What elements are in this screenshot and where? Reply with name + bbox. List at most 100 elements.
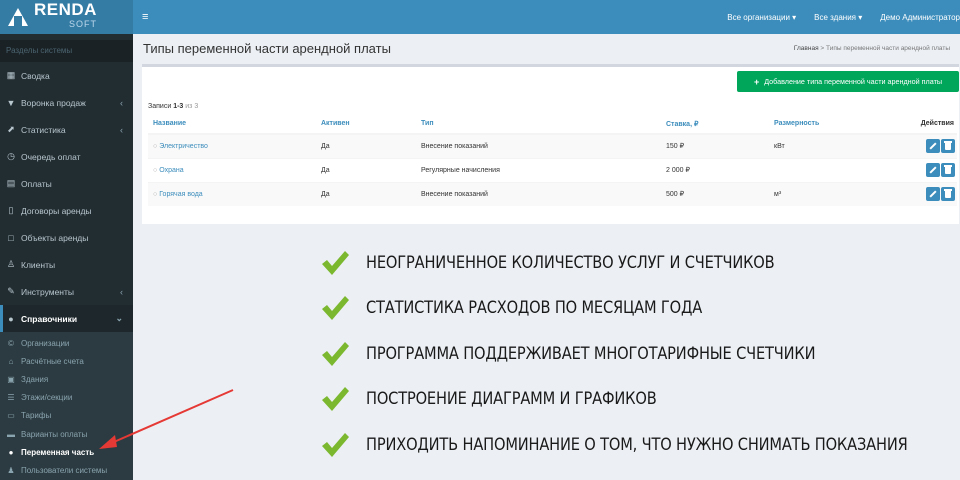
column-name[interactable]: Название [148, 114, 316, 135]
sidebar-item-references[interactable]: ● Справочники ⌄ [0, 305, 133, 332]
calculator-icon: ▤ [6, 178, 16, 188]
records-label: Записи [148, 103, 172, 110]
sidebar-item-label: Договоры аренды [21, 205, 92, 216]
sidebar-item[interactable]: ▼ Воронка продаж ‹ [0, 89, 133, 116]
sidebar-item[interactable]: ✎ Инструменты ‹ [0, 278, 133, 305]
feature-item: НЕОГРАНИЧЕННОЕ КОЛИЧЕСТВО УСЛУГ И СЧЕТЧИ… [320, 240, 960, 286]
checkmark-icon [320, 341, 350, 367]
sidebar-subitem-label: Тарифы [21, 411, 52, 421]
column-type[interactable]: Тип [416, 114, 661, 135]
cell-name-link[interactable]: Горячая вода [159, 191, 202, 198]
sidebar-item[interactable]: ▦ Сводка [0, 62, 133, 89]
chevron-left-icon: ‹ [120, 286, 123, 297]
calendar-icon: ▦ [6, 70, 16, 80]
sidebar-subitem[interactable]: ⌂ Расчётные счета [0, 352, 133, 370]
cell-name[interactable]: ○ Охрана [148, 157, 316, 182]
column-active[interactable]: Активен [316, 114, 416, 135]
money-icon: ▭ [7, 411, 15, 421]
feature-text: НЕОГРАНИЧЕННОЕ КОЛИЧЕСТВО УСЛУГ И СЧЕТЧИ… [366, 252, 775, 273]
row-dot-icon: ○ [153, 166, 158, 174]
user-menu[interactable]: Демо Администратор [880, 13, 960, 22]
cell-actions [879, 133, 957, 158]
page-title: Типы переменной части арендной платы [143, 41, 391, 56]
clock-icon: ◷ [7, 151, 15, 161]
breadcrumb-home[interactable]: Главная [794, 45, 819, 52]
sidebar-item[interactable]: ▯ Договоры аренды [0, 197, 133, 224]
cell-name[interactable]: ○ Горячая вода [148, 181, 316, 206]
organization-select[interactable]: Все организации ▾ [727, 13, 796, 22]
wrench-icon: ✎ [7, 286, 15, 296]
user-icon: ♙ [6, 259, 16, 269]
chevron-down-icon: ⌄ [115, 313, 123, 323]
feature-item: ПРОГРАММА ПОДДЕРЖИВАЕТ МНОГОТАРИФНЫЕ СЧЕ… [320, 331, 960, 377]
marker-icon: ● [8, 447, 14, 457]
breadcrumb: Главная > Типы переменной части арендной… [794, 45, 950, 52]
feature-item: ПРИХОДИТЬ НАПОМИНАНИЕ О ТОМ, ЧТО НУЖНО С… [320, 422, 960, 468]
card-icon: ▬ [7, 429, 15, 439]
sidebar-subitem-label: Здания [21, 374, 49, 384]
cell-active: Да [316, 157, 416, 182]
feature-item: СТАТИСТИКА РАСХОДОВ ПО МЕСЯЦАМ ГОДА [320, 286, 960, 332]
cell-type: Регулярные начисления [416, 157, 661, 182]
document-icon: ▯ [8, 205, 14, 215]
cell-name[interactable]: ○ Электричество [148, 133, 316, 158]
logo[interactable]: RENDA SOFT [0, 0, 133, 34]
column-unit[interactable]: Размерность [769, 114, 879, 135]
sidebar-item[interactable]: ♙ Клиенты [0, 251, 133, 278]
trash-icon[interactable] [941, 163, 955, 177]
sidebar-subitem[interactable]: © Организации [0, 334, 133, 352]
records-total: из 3 [185, 103, 199, 110]
cell-actions [879, 181, 957, 206]
sidebar-subitem-label: Расчётные счета [21, 356, 84, 366]
sidebar-item-label: Очередь оплат [21, 151, 81, 162]
sidebar-subitem-label: Варианты оплаты [21, 429, 88, 439]
edit-icon[interactable] [926, 187, 940, 202]
cell-unit: м³ [769, 181, 879, 206]
sidebar-subitem[interactable]: ♟ Пользователи системы [0, 461, 133, 479]
column-rate[interactable]: Ставка, ₽ [661, 114, 769, 135]
table-row: ○ Охрана Да Регулярные начисления 2 000 ₽ [148, 157, 957, 182]
cell-name-link[interactable]: Электричество [159, 143, 208, 150]
edit-icon[interactable] [926, 139, 940, 154]
info-icon: ● [8, 313, 14, 324]
sidebar-header: Разделы системы [0, 40, 133, 62]
feature-text: ПРИХОДИТЬ НАПОМИНАНИЕ О ТОМ, ЧТО НУЖНО С… [366, 434, 908, 455]
building-select[interactable]: Все здания ▾ [814, 13, 862, 22]
records-range: 1-3 [173, 103, 184, 110]
feature-text: СТАТИСТИКА РАСХОДОВ ПО МЕСЯЦАМ ГОДА [366, 298, 703, 319]
table-row: ○ Горячая вода Да Внесение показаний 500 ₽ м³ [148, 181, 957, 206]
cell-unit: кВт [769, 133, 879, 158]
checkmark-icon [320, 432, 350, 458]
add-variable-type-button[interactable]: + Добавление типа переменной части аренд… [737, 71, 959, 92]
row-dot-icon: ○ [153, 142, 158, 150]
cell-actions [879, 157, 957, 182]
chart-icon: ⬈ [7, 124, 15, 134]
sidebar-item-label: Объекты аренды [21, 232, 89, 243]
feature-text: ПОСТРОЕНИЕ ДИАГРАММ И ГРАФИКОВ [366, 389, 657, 410]
chevron-left-icon: ‹ [120, 124, 123, 135]
square-icon: □ [8, 232, 14, 243]
sidebar-subitem-label: Пользователи системы [21, 465, 108, 475]
sidebar-subitem-label: Этажи/секции [21, 393, 73, 403]
sidebar-item-label: Инструменты [21, 286, 75, 297]
sidebar-subitem-label: Переменная часть [21, 447, 95, 457]
menu-toggle-icon[interactable]: ≡ [142, 11, 148, 23]
sidebar-item[interactable]: ◷ Очередь оплат [0, 143, 133, 170]
sidebar-item[interactable]: ▤ Оплаты [0, 170, 133, 197]
sidebar-item[interactable]: □ Объекты аренды [0, 224, 133, 251]
trash-icon[interactable] [941, 139, 955, 154]
building-icon: ▣ [7, 374, 15, 384]
sidebar-item-label: Сводка [21, 70, 50, 81]
records-counter: Записи 1-3 из 3 [148, 103, 198, 110]
edit-icon[interactable] [926, 163, 940, 177]
checkmark-icon [320, 250, 350, 276]
sidebar-item-label: Статистика [21, 124, 66, 135]
sidebar-item-label: Оплаты [21, 178, 52, 189]
sidebar-item[interactable]: ⬈ Статистика ‹ [0, 116, 133, 143]
red-arrow [99, 389, 234, 449]
cell-active: Да [316, 181, 416, 206]
checkmark-icon [320, 295, 350, 321]
cell-type: Внесение показаний [416, 181, 661, 206]
cell-name-link[interactable]: Охрана [159, 167, 183, 174]
trash-icon[interactable] [941, 187, 955, 202]
